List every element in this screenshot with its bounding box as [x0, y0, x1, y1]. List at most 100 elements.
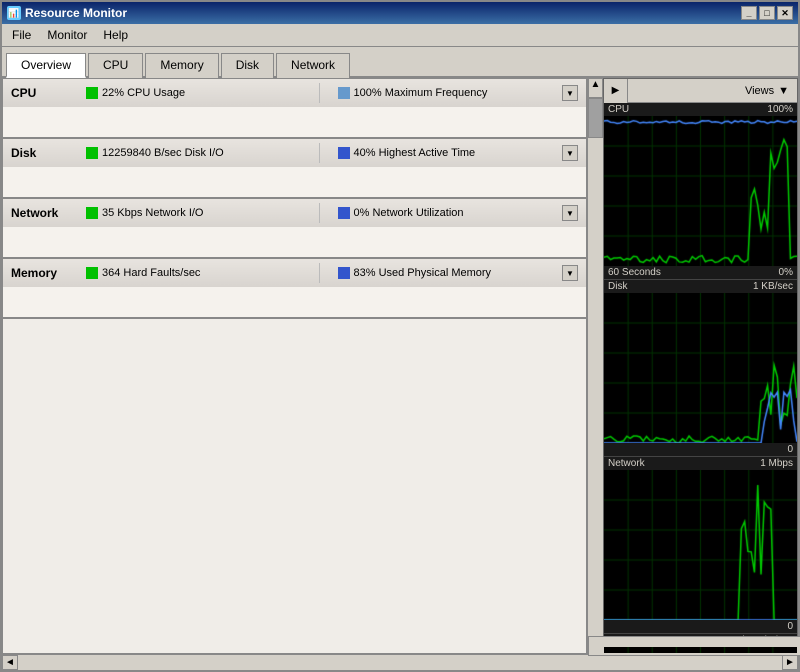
memory-stat1: 364 Hard Faults/sec: [86, 267, 301, 279]
views-label: Views: [745, 85, 774, 97]
tab-disk[interactable]: Disk: [221, 53, 274, 78]
memory-graph-area: [604, 647, 797, 653]
cpu-graph-max: 100%: [767, 104, 793, 115]
network-title: Network: [11, 206, 76, 220]
cpu-graph-value: 0%: [779, 267, 793, 278]
memory-stat2: 83% Used Physical Memory: [338, 267, 553, 279]
cpu-stat1-icon: [86, 87, 98, 99]
maximize-button[interactable]: □: [759, 6, 775, 20]
disk-stat2-icon: [338, 147, 350, 159]
network-header: Network 35 Kbps Network I/O 0% Network U…: [3, 199, 586, 227]
network-canvas: [604, 470, 797, 620]
play-button[interactable]: ▶: [604, 79, 628, 103]
cpu-graph-area: [604, 116, 797, 266]
disk-graph-section: Disk 1 KB/sec 0: [604, 280, 797, 457]
network-graph-area: [604, 470, 797, 620]
cpu-stat1: 22% CPU Usage: [86, 87, 301, 99]
cpu-content: [3, 107, 586, 137]
disk-graph-max: 1 KB/sec: [753, 281, 793, 292]
network-stat1-icon: [86, 207, 98, 219]
cpu-graph-section: CPU 100% 60 Seconds 0%: [604, 103, 797, 280]
network-graph-footer: 0: [604, 620, 797, 633]
tab-cpu[interactable]: CPU: [88, 53, 143, 78]
memory-canvas: [604, 647, 797, 653]
scroll-up[interactable]: ▲: [588, 78, 603, 98]
minimize-button[interactable]: _: [741, 6, 757, 20]
cpu-section[interactable]: CPU 22% CPU Usage 100% Maximum Frequency…: [3, 79, 586, 139]
cpu-graph-time: 60 Seconds: [608, 267, 661, 278]
memory-stat2-icon: [338, 267, 350, 279]
scroll-track[interactable]: [18, 655, 782, 670]
memory-dropdown[interactable]: ▼: [562, 265, 578, 281]
network-stat2: 0% Network Utilization: [338, 207, 553, 219]
cpu-stat1-text: 22% CPU Usage: [102, 87, 185, 99]
memory-stat1-icon: [86, 267, 98, 279]
disk-graph-header: Disk 1 KB/sec: [604, 280, 797, 293]
scroll-thumb[interactable]: [588, 98, 603, 138]
disk-stat1: 12259840 B/sec Disk I/O: [86, 147, 301, 159]
network-stat1: 35 Kbps Network I/O: [86, 207, 301, 219]
left-scrollbar[interactable]: ▲ ▼: [587, 78, 603, 654]
menu-monitor[interactable]: Monitor: [41, 26, 93, 44]
memory-stat2-text: 83% Used Physical Memory: [354, 267, 492, 279]
network-divider: [319, 203, 320, 223]
tab-memory[interactable]: Memory: [145, 53, 218, 78]
cpu-dropdown[interactable]: ▼: [562, 85, 578, 101]
menu-file[interactable]: File: [6, 26, 37, 44]
network-graph-max: 1 Mbps: [760, 458, 793, 469]
disk-graph-area: [604, 293, 797, 443]
scroll-left[interactable]: ◄: [2, 655, 18, 670]
title-bar: 📊 Resource Monitor _ □ ✕: [2, 2, 798, 24]
disk-divider: [319, 143, 320, 163]
tab-network[interactable]: Network: [276, 53, 350, 78]
disk-graph-footer: 0: [604, 443, 797, 456]
memory-stat1-text: 364 Hard Faults/sec: [102, 267, 200, 279]
views-button[interactable]: Views ▼: [628, 85, 797, 97]
right-toolbar: ▶ Views ▼: [604, 79, 797, 103]
network-content: [3, 227, 586, 257]
content-area: CPU 22% CPU Usage 100% Maximum Frequency…: [2, 78, 798, 654]
cpu-graph-title: CPU: [608, 104, 629, 115]
tab-overview[interactable]: Overview: [6, 53, 86, 78]
disk-canvas: [604, 293, 797, 443]
network-graph-value: 0: [787, 621, 793, 632]
network-stat1-text: 35 Kbps Network I/O: [102, 207, 204, 219]
app-icon: 📊: [7, 6, 21, 20]
cpu-graph-header: CPU 100%: [604, 103, 797, 116]
disk-graph-title: Disk: [608, 281, 627, 292]
title-bar-left: 📊 Resource Monitor: [7, 6, 127, 20]
scroll-right[interactable]: ►: [782, 655, 798, 670]
cpu-graph-footer: 60 Seconds 0%: [604, 266, 797, 279]
cpu-stat2-icon: [338, 87, 350, 99]
left-empty-space: [3, 319, 586, 653]
memory-title: Memory: [11, 266, 76, 280]
menu-bar: File Monitor Help: [2, 24, 798, 47]
network-graph-section: Network 1 Mbps 0: [604, 457, 797, 634]
network-dropdown[interactable]: ▼: [562, 205, 578, 221]
memory-divider: [319, 263, 320, 283]
disk-dropdown[interactable]: ▼: [562, 145, 578, 161]
right-panel: ▶ Views ▼ CPU 100%: [603, 78, 798, 654]
network-graph-title: Network: [608, 458, 645, 469]
network-stat2-text: 0% Network Utilization: [354, 207, 464, 219]
disk-stat1-icon: [86, 147, 98, 159]
menu-help[interactable]: Help: [97, 26, 134, 44]
title-controls: _ □ ✕: [741, 6, 793, 20]
memory-section[interactable]: Memory 364 Hard Faults/sec 83% Used Phys…: [3, 259, 586, 319]
memory-header: Memory 364 Hard Faults/sec 83% Used Phys…: [3, 259, 586, 287]
cpu-header: CPU 22% CPU Usage 100% Maximum Frequency…: [3, 79, 586, 107]
network-stat2-icon: [338, 207, 350, 219]
network-graph-header: Network 1 Mbps: [604, 457, 797, 470]
cpu-divider: [319, 83, 320, 103]
disk-stat2-text: 40% Highest Active Time: [354, 147, 476, 159]
resource-monitor-window: 📊 Resource Monitor _ □ ✕ File Monitor He…: [0, 0, 800, 672]
disk-section[interactable]: Disk 12259840 B/sec Disk I/O 40% Highest…: [3, 139, 586, 199]
network-section[interactable]: Network 35 Kbps Network I/O 0% Network U…: [3, 199, 586, 259]
disk-stat2: 40% Highest Active Time: [338, 147, 553, 159]
disk-header: Disk 12259840 B/sec Disk I/O 40% Highest…: [3, 139, 586, 167]
cpu-stat2: 100% Maximum Frequency: [338, 87, 553, 99]
disk-graph-value: 0: [787, 444, 793, 455]
memory-content: [3, 287, 586, 317]
bottom-scrollbar[interactable]: ◄ ►: [2, 654, 798, 670]
close-button[interactable]: ✕: [777, 6, 793, 20]
